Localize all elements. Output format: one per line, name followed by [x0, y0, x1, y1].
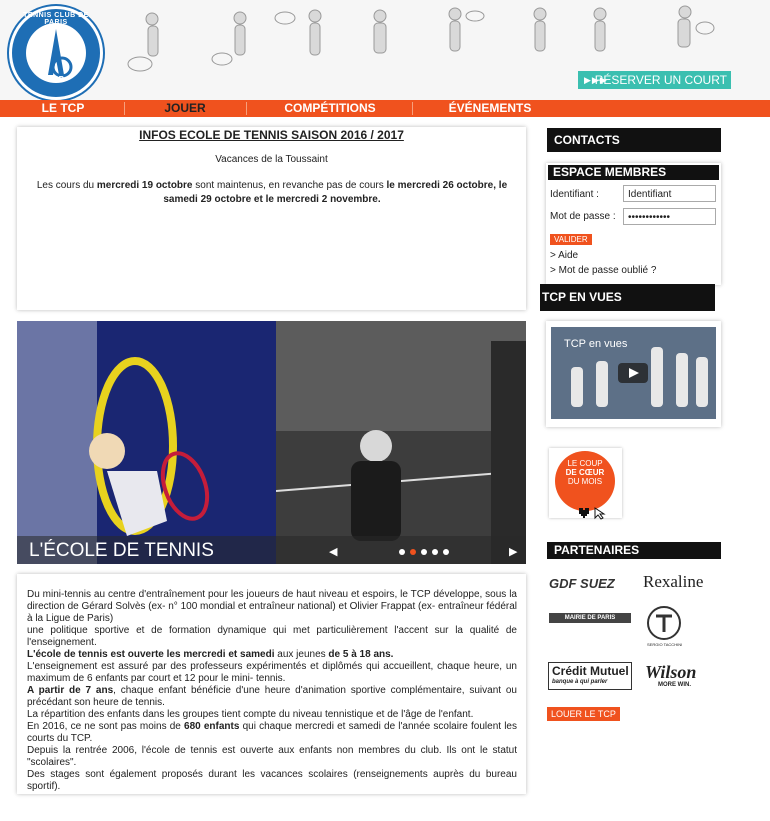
login-input[interactable]: Identifiant: [623, 185, 716, 202]
paragraph: La répartition des enfants dans les grou…: [27, 709, 474, 720]
slider-prev-icon[interactable]: ◀: [329, 545, 337, 558]
partner-rexaline[interactable]: Rexaline: [643, 572, 703, 592]
login-label: Identifiant :: [550, 189, 599, 200]
help-link[interactable]: > Aide: [550, 250, 578, 261]
nav-item-competitions[interactable]: COMPÉTITIONS: [280, 100, 380, 117]
partner-credit-mutuel[interactable]: Crédit Mutuel banque à qui parler: [548, 662, 632, 690]
nav-divider: [124, 102, 125, 115]
video-thumbnail[interactable]: TCP en vues: [551, 327, 716, 419]
slider-caption: L'ÉCOLE DE TENNIS: [29, 540, 214, 561]
info-text: Les cours du: [36, 180, 97, 191]
partner-wilson[interactable]: Wilson: [645, 662, 696, 683]
logo-abbr: TCP: [48, 75, 64, 84]
bold-text: L'école de tennis est ouverte les mercre…: [27, 649, 275, 660]
nav-divider: [412, 102, 413, 115]
nav-item-evenements[interactable]: ÉVÉNEMENTS: [445, 100, 535, 117]
coup-line: LE COUP: [567, 459, 603, 468]
tcp-en-vues-title: TCP EN VUES: [540, 284, 715, 311]
login-submit-button[interactable]: VALIDER: [550, 234, 592, 245]
forgot-password-link[interactable]: > Mot de passe oublié ?: [550, 265, 656, 276]
coup-line: DU MOIS: [567, 477, 603, 486]
slider-dot[interactable]: [421, 549, 427, 555]
partner-sergio-tacchini-text: SERGIO TACCHINI: [647, 642, 683, 647]
contacts-link[interactable]: CONTACTS: [547, 128, 721, 152]
slider-next-icon[interactable]: ▶: [509, 545, 517, 558]
bold-text: de 5 à 18 ans.: [328, 649, 394, 660]
arrows-icon: ▶▶▶: [584, 75, 608, 85]
image-slider[interactable]: L'ÉCOLE DE TENNIS ◀ ▶: [17, 321, 526, 564]
bold-text: A partir de 7 ans: [27, 685, 114, 696]
partner-gdf-suez[interactable]: GDF SUEZ: [549, 576, 615, 591]
partenaires-title: PARTENAIRES: [547, 542, 721, 559]
paragraph: En 2016, ce ne sont pas moins de 680 enf…: [27, 721, 517, 745]
louer-le-tcp-button[interactable]: LOUER LE TCP: [547, 707, 620, 721]
text: En 2016, ce ne sont pas moins de: [27, 721, 185, 732]
nav-divider: [246, 102, 247, 115]
password-input[interactable]: ••••••••••••: [623, 208, 716, 225]
video-title: TCP en vues: [564, 338, 628, 350]
eiffel-tower-icon: [48, 29, 73, 78]
info-subtitle: Vacances de la Toussaint: [215, 154, 328, 165]
photo-girl-hoop: [17, 321, 276, 564]
credit-mutuel-slogan: banque à qui parler: [552, 679, 608, 685]
paragraph: L'école de tennis est ouverte les mercre…: [27, 649, 517, 661]
paragraph: Depuis la rentrée 2006, l'école de tenni…: [27, 745, 517, 768]
reserve-court-button[interactable]: ▶▶▶ RÉSERVER UN COURT: [578, 71, 731, 89]
paragraph: A partir de 7 ans, chaque enfant bénéfic…: [27, 685, 517, 709]
slide-photo-boy-court: [275, 321, 526, 564]
paragraph: Des stages sont également proposés duran…: [27, 769, 517, 792]
paragraph: L'enseignement est assuré par des profes…: [27, 661, 517, 684]
info-box: INFOS ECOLE DE TENNIS SAISON 2016 / 2017…: [17, 127, 526, 310]
nav-item-jouer[interactable]: JOUER: [155, 100, 215, 117]
reserve-court-label: RÉSERVER UN COURT: [594, 73, 727, 87]
member-login-panel: ESPACE MEMBRES Identifiant : Identifiant…: [546, 163, 721, 285]
pixel-heart-icon: [579, 507, 606, 520]
info-date: mercredi 19 octobre: [96, 180, 193, 191]
ecole-tennis-body: Du mini-tennis au centre d'entraînement …: [27, 589, 517, 793]
coup-de-coeur-text: LE COUP DE CŒUR DU MOIS: [555, 459, 615, 486]
info-text: sont maintenus, en revanche pas de cours: [192, 180, 387, 191]
logo-eiffel-tower: [26, 23, 86, 83]
paragraph: Du mini-tennis au centre d'entraînement …: [27, 589, 517, 624]
ecole-tennis-text: Du mini-tennis au centre d'entraînement …: [17, 574, 526, 794]
slider-dot[interactable]: [399, 549, 405, 555]
credit-mutuel-name: Crédit Mutuel: [552, 664, 629, 678]
slide-photo-girl-tennis: [17, 321, 276, 564]
bold-text: 680 enfants: [184, 721, 240, 732]
info-title: INFOS ECOLE DE TENNIS SAISON 2016 / 2017: [139, 128, 404, 142]
member-panel-title: ESPACE MEMBRES: [548, 165, 719, 180]
club-logo[interactable]: TENNIS CLUB DE PARIS TCP: [9, 6, 103, 100]
video-panel[interactable]: TCP en vues: [546, 321, 721, 427]
info-body: Les cours du mercredi 19 octobre sont ma…: [27, 179, 517, 207]
wilson-slogan: MORE WIN.: [658, 682, 691, 688]
site-header: TENNIS CLUB DE PARIS TCP ▶▶▶: [0, 0, 770, 100]
password-label: Mot de passe :: [550, 211, 616, 222]
text: aux jeunes: [274, 649, 329, 660]
slider-dot[interactable]: [432, 549, 438, 555]
coup-line: DE CŒUR: [565, 468, 605, 477]
paragraph: une politique sportive et de formation d…: [27, 625, 517, 648]
partner-mairie-de-paris[interactable]: MAIRIE DE PARIS: [549, 613, 631, 623]
main-nav: LE TCP JOUER COMPÉTITIONS ÉVÉNEMENTS: [0, 100, 770, 117]
nav-item-le-tcp[interactable]: LE TCP: [38, 100, 88, 117]
slider-dot-active[interactable]: [410, 549, 416, 555]
partner-sergio-tacchini-logo[interactable]: [647, 606, 681, 640]
slider-dot[interactable]: [443, 549, 449, 555]
sergio-tacchini-icon: [656, 614, 672, 632]
coup-de-coeur-link[interactable]: LE COUP DE CŒUR DU MOIS: [549, 448, 622, 520]
photo-boy-court: [275, 321, 526, 564]
